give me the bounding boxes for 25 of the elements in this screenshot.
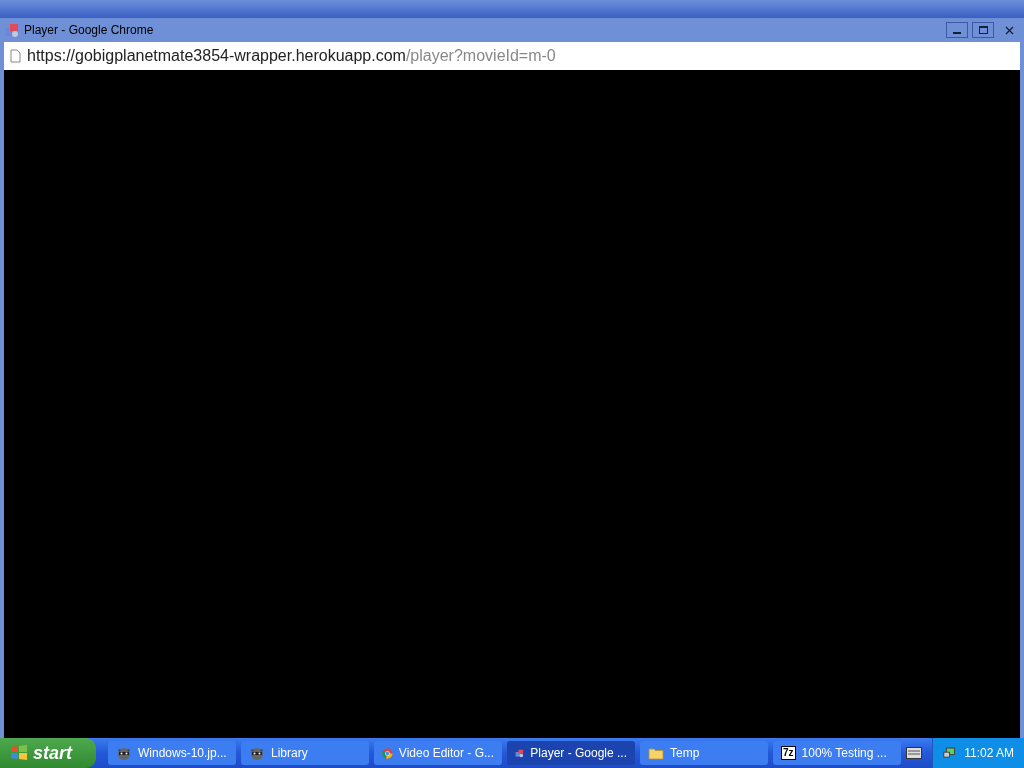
- maximize-button[interactable]: [972, 22, 994, 38]
- taskbar-button[interactable]: Player - Google ...: [507, 741, 635, 765]
- animal-face-icon: [249, 746, 265, 760]
- taskbar-button[interactable]: Video Editor - G...: [374, 741, 502, 765]
- taskbar-button[interactable]: Library: [241, 741, 369, 765]
- window-title: Player - Google Chrome: [24, 22, 154, 39]
- page-icon: [10, 49, 21, 63]
- taskbar-button[interactable]: Temp: [640, 741, 768, 765]
- taskbar-button[interactable]: 7z 100% Testing ...: [773, 741, 901, 765]
- windows-flag-icon: [10, 744, 28, 762]
- minimize-icon: [953, 32, 961, 34]
- clock: 11:02 AM: [964, 745, 1014, 762]
- network-icon: [943, 746, 957, 760]
- start-button[interactable]: start: [0, 738, 96, 768]
- maximize-icon: [978, 26, 988, 34]
- address-bar[interactable]: https://gobigplanetmate3854-wrapper.herokuapp.com/player?movieId=m-0: [4, 42, 1020, 70]
- animal-face-icon: [116, 746, 132, 760]
- folder-icon: [648, 746, 664, 760]
- taskbar-button[interactable]: Windows-10.jp...: [108, 741, 236, 765]
- close-icon: [1004, 25, 1014, 35]
- archive-icon: 7z: [781, 746, 796, 760]
- chrome-icon: [382, 745, 393, 761]
- url-text: https://gobigplanetmate3854-wrapper.herokuapp.com/player?movieId=m-0: [27, 46, 556, 66]
- keyboard-icon: [906, 747, 922, 759]
- minimize-button[interactable]: [946, 22, 968, 38]
